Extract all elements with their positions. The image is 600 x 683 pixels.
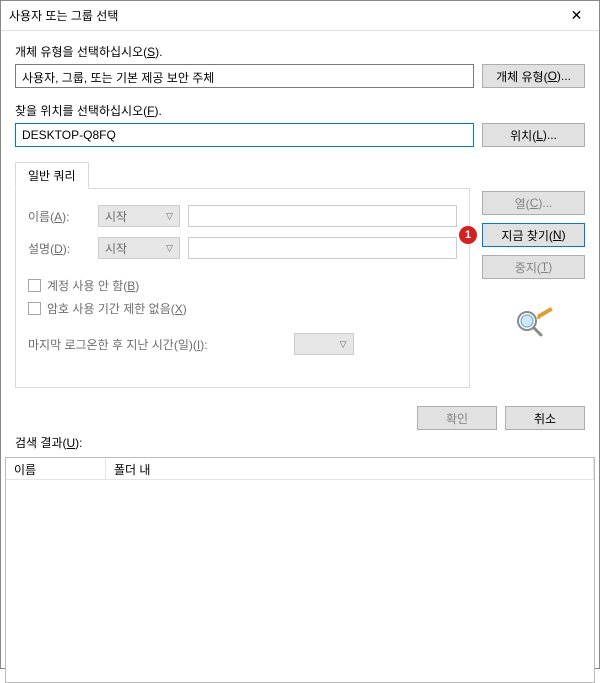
chevron-down-icon: ▽ [166,243,173,254]
columns-button[interactable]: 열(C)... [482,191,585,215]
object-types-button[interactable]: 개체 유형(O)... [482,64,585,88]
description-label: 설명(D): [28,240,90,257]
description-match-value: 시작 [105,240,127,257]
window-title: 사용자 또는 그룹 선택 [9,7,554,24]
callout-badge: 1 [459,226,477,244]
close-button[interactable]: ✕ [554,1,599,31]
last-login-label: 마지막 로그온한 후 지난 시간(일)(I): [28,336,208,353]
cancel-button[interactable]: 취소 [505,406,585,430]
nonexpiring-password-label: 암호 사용 기간 제한 없음(X) [47,300,187,317]
location-label: 찾을 위치를 선택하십시오(F). [15,102,585,119]
column-header-folder[interactable]: 폴더 내 [106,458,594,479]
last-login-combo[interactable]: ▽ [294,333,354,355]
query-tab-panel: 일반 쿼리 이름(A): 시작 ▽ 설명(D): 시작 ▽ [15,161,470,388]
name-input[interactable] [188,205,457,227]
close-icon: ✕ [571,7,583,24]
name-match-value: 시작 [105,208,127,225]
chevron-down-icon: ▽ [166,211,173,222]
description-input[interactable] [188,237,457,259]
ok-button[interactable]: 확인 [417,406,497,430]
name-match-combo[interactable]: 시작 ▽ [98,205,180,227]
tab-common-queries[interactable]: 일반 쿼리 [15,162,89,189]
find-now-button[interactable]: 1 지금 찾기(N) [482,223,585,247]
location-field[interactable]: DESKTOP-Q8FQ [15,123,474,147]
disabled-accounts-checkbox[interactable] [28,279,41,292]
search-results-label: 검색 결과(U): [1,434,599,457]
locations-button[interactable]: 위치(L)... [482,123,585,147]
stop-button[interactable]: 중지(T) [482,255,585,279]
name-label: 이름(A): [28,208,90,225]
chevron-down-icon: ▽ [340,339,347,350]
object-type-field[interactable]: 사용자, 그룹, 또는 기본 제공 보안 주체 [15,64,474,88]
disabled-accounts-label: 계정 사용 안 함(B) [47,277,139,294]
search-results-list[interactable]: 이름 폴더 내 [5,457,595,683]
column-header-name[interactable]: 이름 [6,458,106,479]
description-match-combo[interactable]: 시작 ▽ [98,237,180,259]
results-header: 이름 폴더 내 [6,458,594,480]
magnifier-pen-icon [513,307,555,339]
titlebar: 사용자 또는 그룹 선택 ✕ [1,1,599,31]
object-type-label: 개체 유형을 선택하십시오(S). [15,43,585,60]
nonexpiring-password-checkbox[interactable] [28,302,41,315]
